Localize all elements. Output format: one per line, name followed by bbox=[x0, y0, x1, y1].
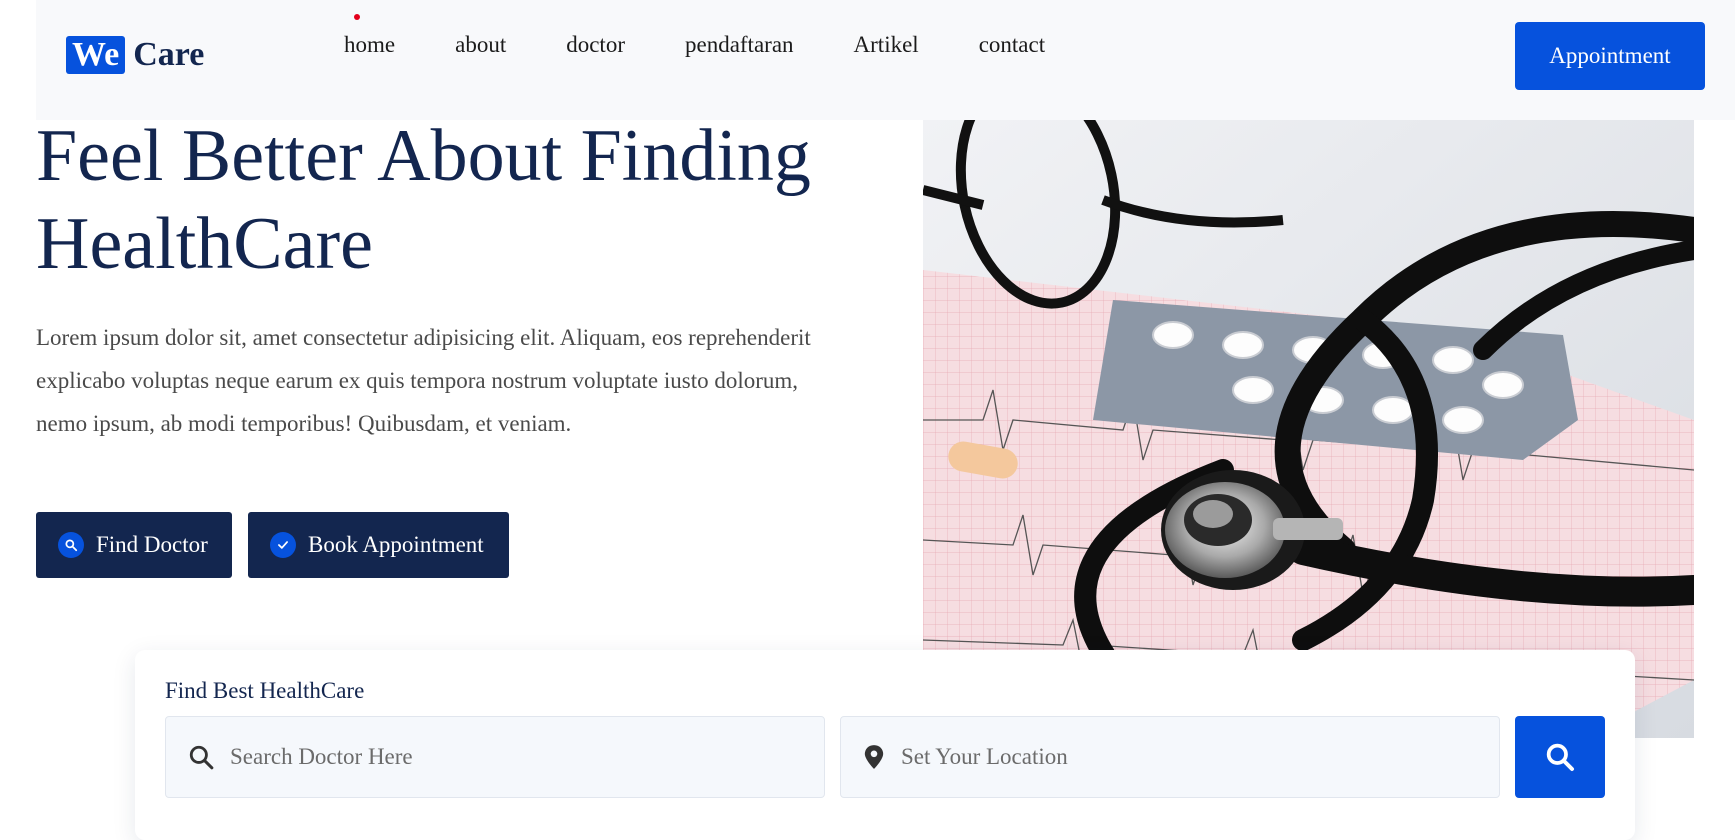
logo[interactable]: We Care bbox=[66, 36, 204, 74]
search-card: Find Best HealthCare bbox=[135, 650, 1635, 840]
nav-item-about[interactable]: about bbox=[455, 28, 506, 62]
check-icon bbox=[270, 532, 296, 558]
location-search-field[interactable] bbox=[840, 716, 1500, 798]
nav-item-home[interactable]: home bbox=[344, 14, 396, 62]
nav-item-label: home bbox=[344, 32, 396, 57]
hero-image-stethoscope bbox=[923, 120, 1694, 738]
active-indicator-dot bbox=[354, 14, 360, 20]
site-header: We Care home about doctor pendaftaran Ar… bbox=[36, 0, 1735, 120]
search-card-title: Find Best HealthCare bbox=[165, 678, 365, 703]
appointment-button[interactable]: Appointment bbox=[1515, 22, 1705, 90]
logo-text: Care bbox=[133, 36, 205, 73]
location-search-input[interactable] bbox=[899, 743, 1499, 771]
book-appointment-button[interactable]: Book Appointment bbox=[248, 512, 509, 578]
map-pin-icon bbox=[863, 744, 885, 770]
nav-item-label: about bbox=[455, 32, 507, 57]
doctor-search-input[interactable] bbox=[228, 743, 824, 771]
nav-item-doctor[interactable]: doctor bbox=[566, 28, 625, 62]
nav-item-label: Artikel bbox=[853, 32, 919, 57]
search-submit-button[interactable] bbox=[1515, 716, 1605, 798]
logo-badge: We bbox=[66, 36, 126, 74]
find-doctor-label: Find Doctor bbox=[96, 532, 208, 557]
stethoscope-illustration bbox=[923, 120, 1694, 738]
nav-item-pendaftaran[interactable]: pendaftaran bbox=[685, 28, 794, 62]
nav-item-artikel[interactable]: Artikel bbox=[854, 28, 919, 62]
search-icon bbox=[188, 744, 214, 770]
main-nav: home about doctor pendaftaran Artikel co… bbox=[344, 14, 1105, 62]
search-icon bbox=[1544, 741, 1576, 773]
nav-item-label: pendaftaran bbox=[684, 32, 794, 57]
nav-item-label: doctor bbox=[566, 32, 625, 57]
nav-item-contact[interactable]: contact bbox=[979, 28, 1045, 62]
nav-item-label: contact bbox=[978, 32, 1046, 57]
doctor-search-field[interactable] bbox=[165, 716, 825, 798]
book-appointment-label: Book Appointment bbox=[308, 532, 484, 557]
hero-title: Feel Better About Finding HealthCare bbox=[36, 115, 811, 285]
hero-description: Lorem ipsum dolor sit, amet consectetur … bbox=[36, 325, 811, 436]
search-icon bbox=[58, 532, 84, 558]
find-doctor-button[interactable]: Find Doctor bbox=[36, 512, 232, 578]
